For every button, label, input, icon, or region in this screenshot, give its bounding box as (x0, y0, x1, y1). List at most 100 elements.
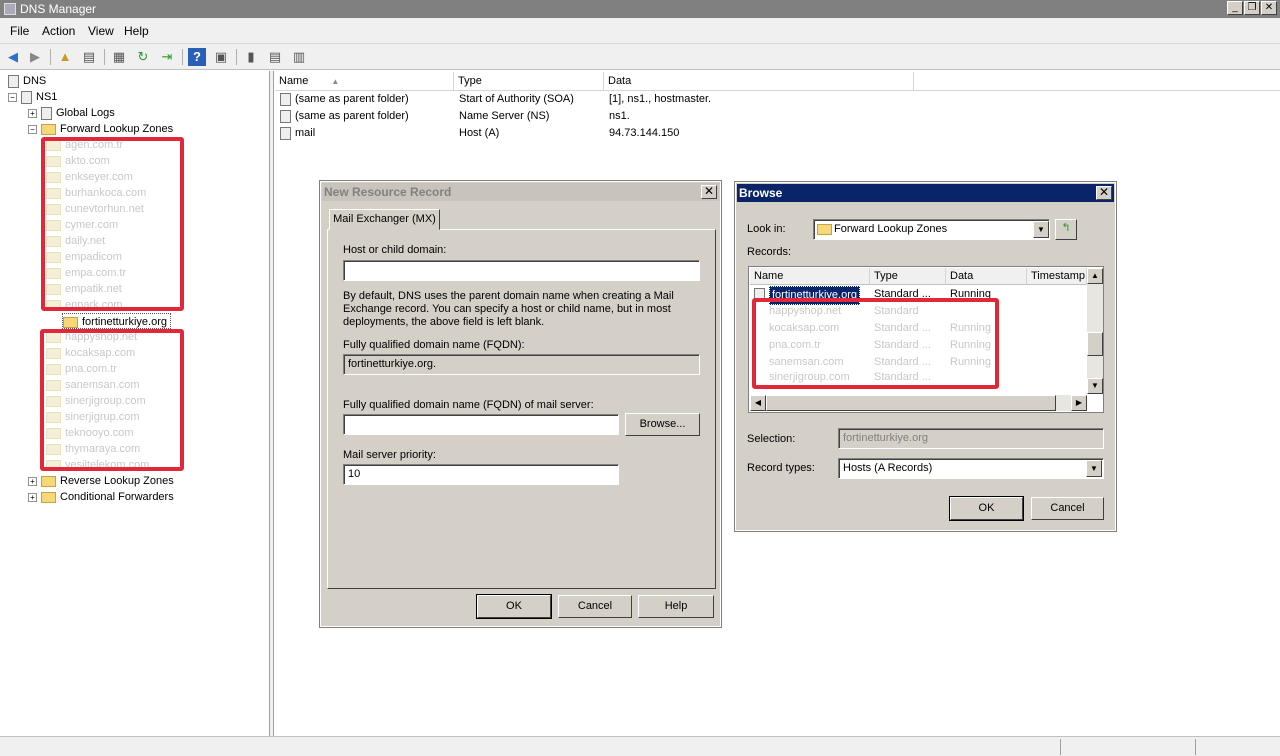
record-types-select[interactable]: Hosts (A Records) (838, 458, 1104, 479)
status-bar (0, 736, 1280, 756)
dialog-title: Browse (737, 184, 1114, 202)
toolbar-separator (182, 49, 183, 65)
column-header-data[interactable]: Data (604, 72, 914, 91)
tree-node-conditional-forwarders[interactable]: + Conditional Forwarders (28, 489, 174, 505)
restore-button[interactable]: ❐ (1244, 1, 1260, 15)
ok-button[interactable]: OK (476, 594, 552, 619)
record-icon[interactable]: ▤ (266, 48, 284, 66)
logs-icon (41, 106, 52, 120)
host-input[interactable] (343, 260, 700, 281)
tree-node-selected-zone[interactable]: fortinetturkiye.org (62, 313, 171, 329)
console-icon[interactable]: ▣ (212, 48, 230, 66)
properties-icon[interactable]: ▦ (110, 48, 128, 66)
close-icon[interactable]: ✕ (1096, 186, 1112, 200)
column-header-name[interactable]: Name (750, 268, 870, 285)
menu-file[interactable]: File (10, 24, 29, 38)
horizontal-scrollbar[interactable]: ◀ ▶ (750, 395, 1087, 411)
selection-field: fortinetturkiye.org (838, 428, 1104, 449)
vertical-scrollbar[interactable]: ▲ ▼ (1087, 268, 1103, 394)
pane-splitter[interactable] (270, 71, 274, 736)
browse-button[interactable]: Browse... (625, 413, 700, 436)
cancel-button[interactable]: Cancel (558, 595, 632, 618)
server-icon (21, 90, 32, 104)
table-row[interactable]: (same as parent folder) Start of Authori… (280, 91, 980, 107)
chevron-down-icon[interactable]: ▼ (1086, 460, 1102, 477)
refresh-icon[interactable]: ↻ (134, 48, 152, 66)
up-level-icon[interactable]: ↰ (1055, 219, 1077, 240)
selection-label: Selection: (747, 433, 796, 445)
forward-arrow-icon[interactable]: ▶ (26, 48, 44, 66)
scroll-down-icon[interactable]: ▼ (1087, 378, 1103, 394)
server-icon[interactable]: ▮ (242, 48, 260, 66)
column-header-data[interactable]: Data (946, 268, 1027, 285)
collapse-icon[interactable]: − (28, 124, 37, 134)
tree-node-forward-zones[interactable]: − Forward Lookup Zones (28, 121, 173, 137)
export-list-icon[interactable]: ⇥ (158, 48, 176, 66)
menu-action[interactable]: Action (42, 24, 75, 38)
host-label: Host or child domain: (343, 244, 447, 256)
tree-node-dns[interactable]: DNS (8, 73, 46, 89)
folder-icon (63, 316, 78, 328)
mailserver-input[interactable] (343, 414, 619, 435)
expand-icon[interactable]: + (28, 492, 37, 502)
records-header: Name Type Data Timestamp (750, 268, 1087, 285)
ok-button[interactable]: OK (949, 496, 1024, 521)
expand-icon[interactable]: + (28, 108, 37, 118)
scroll-up-icon[interactable]: ▲ (1087, 268, 1103, 284)
collapse-icon[interactable]: − (8, 92, 17, 102)
toolbar: ◀ ▶ ▲ ▤ ▦ ↻ ⇥ ? ▣ ▮ ▤ ▥ (0, 44, 1280, 70)
redaction-box (752, 298, 999, 389)
column-header-name[interactable]: Name ▲ (275, 72, 454, 91)
tree-node-ns1[interactable]: − NS1 (8, 89, 57, 105)
redaction-box (40, 329, 184, 471)
back-arrow-icon[interactable]: ◀ (4, 48, 22, 66)
up-folder-icon[interactable]: ▲ (56, 48, 74, 66)
browse-dialog: Browse ✕ Look in: Forward Lookup Zones ▼… (734, 181, 1117, 532)
priority-label: Mail server priority: (343, 449, 436, 461)
expand-icon[interactable]: + (28, 476, 37, 486)
zone-icon[interactable]: ▥ (290, 48, 308, 66)
dialog-title: New Resource Record (322, 183, 719, 201)
column-header-type[interactable]: Type (870, 268, 946, 285)
status-divider (1060, 739, 1061, 755)
status-divider (1195, 739, 1196, 755)
tree-node-global-logs[interactable]: + Global Logs (28, 105, 115, 121)
help-icon[interactable]: ? (188, 48, 206, 66)
table-row[interactable]: (same as parent folder) Name Server (NS)… (280, 108, 980, 124)
new-resource-record-dialog: New Resource Record ✕ Mail Exchanger (MX… (319, 180, 722, 628)
close-icon[interactable]: ✕ (701, 185, 717, 199)
scrollbar-thumb[interactable] (1087, 332, 1103, 356)
folder-icon (41, 123, 56, 135)
toolbar-separator (236, 49, 237, 65)
list-header: Name ▲ Type Data (275, 72, 1280, 91)
records-label: Records: (747, 246, 792, 258)
priority-input[interactable]: 10 (343, 464, 619, 485)
menu-view[interactable]: View (88, 24, 114, 38)
tab-mail-exchanger[interactable]: Mail Exchanger (MX) (329, 209, 440, 230)
tree-node-reverse-zones[interactable]: + Reverse Lookup Zones (28, 473, 174, 489)
records-list: Name Type Data Timestamp fortinetturkiye… (748, 266, 1104, 413)
scroll-left-icon[interactable]: ◀ (750, 395, 766, 411)
look-in-combo[interactable]: Forward Lookup Zones (813, 219, 1050, 240)
menu-bar: File Action View Help (0, 18, 1280, 44)
dns-icon (8, 74, 19, 88)
menu-help[interactable]: Help (124, 24, 149, 38)
cancel-button[interactable]: Cancel (1031, 497, 1104, 520)
minimize-button[interactable]: _ (1227, 1, 1243, 15)
column-header-timestamp[interactable]: Timestamp (1027, 268, 1087, 285)
table-row[interactable]: mail Host (A) 94.73.144.150 (280, 125, 980, 141)
help-button[interactable]: Help (638, 595, 714, 618)
folder-icon (817, 224, 832, 235)
chevron-down-icon[interactable]: ▼ (1033, 221, 1049, 238)
folder-icon (41, 491, 56, 503)
redaction-box (41, 137, 184, 311)
description-text: By default, DNS uses the parent domain n… (343, 290, 674, 328)
title-bar: DNS Manager _ ❐ ✕ (0, 0, 1280, 18)
window-title: DNS Manager (20, 2, 97, 16)
scrollbar-thumb[interactable] (766, 395, 1056, 411)
scroll-right-icon[interactable]: ▶ (1071, 395, 1087, 411)
record-icon (280, 126, 291, 140)
close-button[interactable]: ✕ (1261, 1, 1277, 15)
column-header-type[interactable]: Type (454, 72, 604, 91)
show-tree-icon[interactable]: ▤ (80, 48, 98, 66)
